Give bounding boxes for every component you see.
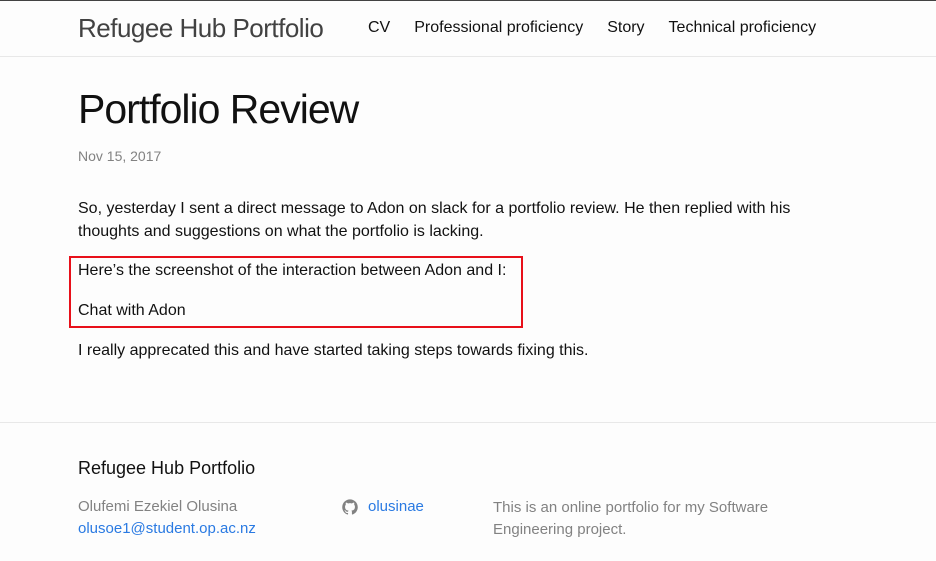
github-link[interactable]: olusinae xyxy=(342,497,424,517)
post-date: Nov 15, 2017 xyxy=(78,148,162,164)
site-nav: CV Professional proficiency Story Techni… xyxy=(368,18,816,38)
footer-description: This is an online portfolio for my Softw… xyxy=(493,499,769,538)
post-paragraph: So, yesterday I sent a direct message to… xyxy=(78,200,791,240)
highlight-annotation-box xyxy=(69,256,523,328)
github-username: olusinae xyxy=(368,498,424,515)
site-footer: Refugee Hub Portfolio Olufemi Ezekiel Ol… xyxy=(0,422,936,561)
nav-link-professional-proficiency[interactable]: Professional proficiency xyxy=(414,18,583,38)
site-header: Refugee Hub Portfolio CV Professional pr… xyxy=(0,0,936,57)
github-icon xyxy=(342,499,358,515)
post-paragraph: I really apprecated this and have starte… xyxy=(78,342,589,359)
nav-link-technical-proficiency[interactable]: Technical proficiency xyxy=(669,18,817,38)
post-title: Portfolio Review xyxy=(78,86,359,132)
footer-email-link[interactable]: olusoe1@student.op.ac.nz xyxy=(78,519,256,539)
footer-heading: Refugee Hub Portfolio xyxy=(78,458,256,478)
nav-link-cv[interactable]: CV xyxy=(368,18,390,38)
nav-link-story[interactable]: Story xyxy=(607,18,644,38)
footer-author-name: Olufemi Ezekiel Olusina xyxy=(78,498,238,515)
site-title-link[interactable]: Refugee Hub Portfolio xyxy=(78,13,324,43)
